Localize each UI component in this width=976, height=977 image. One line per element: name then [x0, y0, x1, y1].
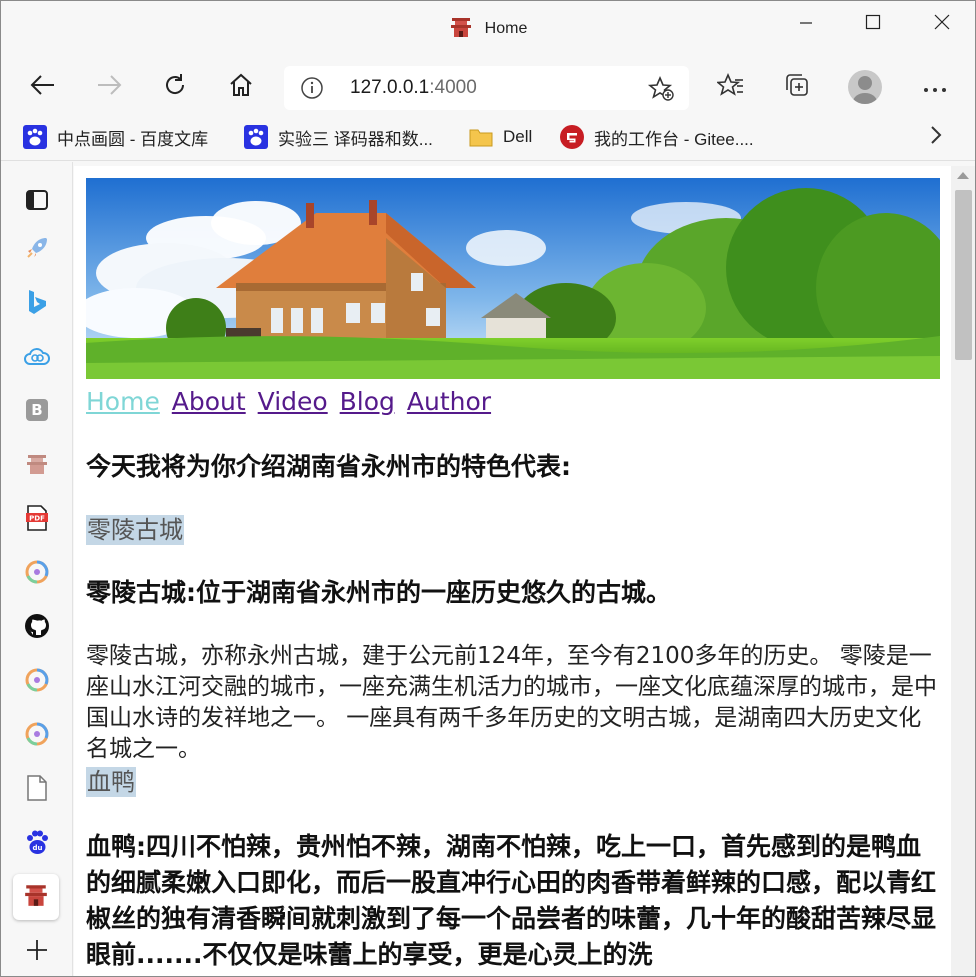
bookmarks-overflow-button[interactable]: [929, 123, 943, 151]
sidebar-item-file[interactable]: [19, 772, 55, 808]
cloud-icon: [23, 345, 51, 371]
window-title: Home: [484, 20, 528, 37]
info-icon[interactable]: [300, 76, 324, 100]
rocket-icon: [24, 235, 50, 265]
baidu-paw-icon: [244, 125, 268, 149]
page-content: Home About Video Blog Author 今天我将为你介绍湖南省…: [74, 166, 951, 976]
sidebar-item-loop-1[interactable]: [19, 556, 55, 592]
loop-app-icon: [24, 667, 50, 697]
svg-text:B: B: [31, 401, 42, 419]
scroll-up-arrow-icon[interactable]: [957, 172, 969, 179]
address-bar[interactable]: 127.0.0.1:4000: [284, 66, 689, 110]
favorites-icon: [715, 71, 745, 103]
maximize-icon: [865, 14, 881, 34]
address-port: :4000: [429, 77, 477, 98]
plus-icon: [25, 938, 49, 966]
bing-icon: [26, 289, 48, 319]
back-button[interactable]: [23, 67, 63, 107]
more-button[interactable]: [915, 67, 955, 107]
file-icon: [26, 775, 48, 805]
svg-text:du: du: [33, 844, 43, 852]
nav-link-blog[interactable]: Blog: [340, 387, 395, 416]
address-text[interactable]: 127.0.0.1:4000: [350, 77, 477, 99]
bookmark-label: 我的工作台 - Gitee....: [594, 129, 754, 149]
collections-button[interactable]: [777, 67, 817, 107]
sidebar-item-pdf[interactable]: PDF: [19, 502, 55, 538]
intro-heading: 今天我将为你介绍湖南省永州市的特色代表:: [86, 452, 571, 481]
sidebar-item-pagoda[interactable]: [19, 448, 55, 484]
minimize-button[interactable]: [783, 9, 829, 39]
baidu-paw-icon: [23, 125, 47, 149]
svg-text:PDF: PDF: [29, 515, 45, 523]
add-favorite-icon[interactable]: [647, 75, 675, 103]
forward-arrow-icon: [96, 74, 122, 100]
sidebar-item-b[interactable]: B: [19, 394, 55, 430]
nav-link-author[interactable]: Author: [407, 387, 491, 416]
pdf-icon: PDF: [25, 505, 49, 535]
baidu-paw-icon: du: [24, 829, 50, 859]
minimize-icon: [799, 15, 813, 34]
sidebar-item-baidu[interactable]: du: [19, 826, 55, 862]
chevron-right-icon: [929, 125, 943, 150]
nav-link-about[interactable]: About: [172, 387, 246, 416]
page-scrollbar[interactable]: [951, 166, 975, 976]
hero-house-image: [86, 178, 940, 379]
sidebar-item-loop-2[interactable]: [19, 664, 55, 700]
bookmark-item[interactable]: 中点画圆 - 百度文库: [23, 123, 208, 151]
pagoda-icon: [25, 452, 49, 480]
title-bar: Home: [1, 1, 975, 57]
loop-app-icon: [24, 559, 50, 589]
bookmark-item[interactable]: 我的工作台 - Gitee....: [560, 123, 754, 151]
sidebar-add-button[interactable]: [19, 934, 55, 970]
sidebar: B PDF du: [1, 162, 73, 976]
forward-button[interactable]: [89, 67, 129, 107]
github-icon: [24, 613, 50, 643]
sidebar-item-pagoda-active[interactable]: [13, 874, 59, 920]
gitee-icon: [560, 125, 584, 149]
home-button[interactable]: [221, 67, 261, 107]
profile-avatar[interactable]: [848, 70, 882, 104]
section-link-xueya[interactable]: 血鸭: [86, 767, 136, 797]
home-icon: [228, 72, 254, 102]
lingling-heading: 零陵古城:位于湖南省永州市的一座历史悠久的古城。: [86, 578, 671, 607]
tabs-icon: [25, 188, 49, 216]
sidebar-item-rocket[interactable]: [19, 232, 55, 268]
refresh-button[interactable]: [155, 67, 195, 107]
bookmark-label: 实验三 译码器和数...: [278, 129, 433, 149]
browser-window: Home 127.0.0.1:4000 中点画圆 - 百度文库 实验三 译码器和…: [0, 0, 976, 977]
bookmarks-bar: 中点画圆 - 百度文库 实验三 译码器和数... Dell 我的工作台 - Gi…: [1, 113, 975, 161]
collections-icon: [783, 71, 811, 103]
xueya-heading: 血鸭:四川不怕辣，贵州怕不辣，湖南不怕辣，吃上一口，首先感到的是鸭血的细腻柔嫩入…: [86, 832, 937, 969]
refresh-icon: [162, 72, 188, 102]
close-button[interactable]: [919, 9, 965, 39]
bookmark-item[interactable]: 实验三 译码器和数...: [244, 123, 433, 151]
favorites-button[interactable]: [711, 67, 751, 107]
bookmark-label: 中点画圆 - 百度文库: [57, 129, 209, 149]
b-badge-icon: B: [25, 398, 49, 426]
toolbar: 127.0.0.1:4000: [1, 57, 975, 113]
nav-link-home[interactable]: Home: [86, 387, 160, 416]
lingling-paragraph: 零陵古城，亦称永州古城，建于公元前124年，至今有2100多年的历史。 零陵是一…: [86, 643, 937, 762]
sidebar-item-cloud[interactable]: [19, 340, 55, 376]
sidebar-item-tabs[interactable]: [19, 184, 55, 220]
site-nav: Home About Video Blog Author: [86, 385, 940, 419]
section-link-lingling[interactable]: 零陵古城: [86, 515, 184, 545]
pagoda-icon: [23, 882, 49, 912]
bookmark-folder[interactable]: Dell: [469, 123, 532, 151]
more-dots-icon: [923, 78, 947, 97]
pagoda-icon: [449, 15, 473, 43]
maximize-button[interactable]: [850, 9, 896, 39]
nav-link-video[interactable]: Video: [258, 387, 328, 416]
bookmark-label: Dell: [503, 127, 533, 146]
folder-icon: [469, 125, 493, 149]
sidebar-item-github[interactable]: [19, 610, 55, 646]
back-arrow-icon: [30, 74, 56, 100]
close-icon: [934, 14, 950, 34]
sidebar-item-bing[interactable]: [19, 286, 55, 322]
address-host: 127.0.0.1: [350, 77, 430, 98]
loop-app-icon: [24, 721, 50, 751]
sidebar-item-loop-3[interactable]: [19, 718, 55, 754]
scroll-thumb[interactable]: [955, 190, 972, 360]
